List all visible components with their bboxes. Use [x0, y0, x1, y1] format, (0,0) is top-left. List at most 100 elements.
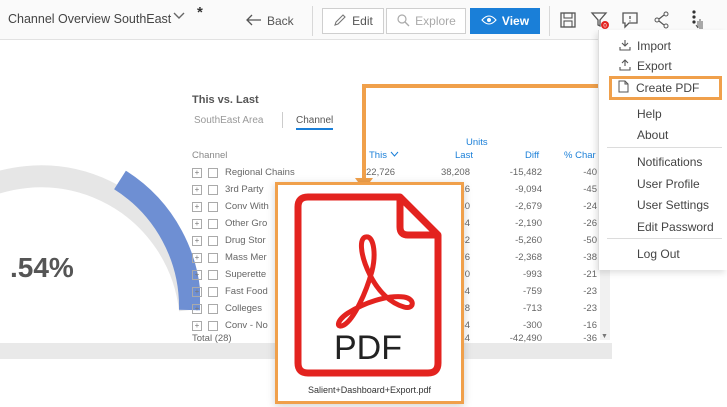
menu-item-about[interactable]: About	[599, 125, 727, 145]
menu-item-label: Log Out	[637, 247, 680, 261]
expand-icon[interactable]: +	[192, 253, 202, 263]
row-channel-name: Fast Food	[225, 286, 268, 297]
row-checkbox[interactable]	[208, 287, 218, 297]
back-button-label: Back	[267, 14, 294, 28]
menu-item-label: Edit Password	[637, 220, 714, 234]
save-icon[interactable]	[556, 8, 580, 32]
pdf-file-callout: PDF Salient+Dashboard+Export.pdf	[275, 182, 464, 404]
menu-item-label: Import	[637, 39, 672, 53]
panel-title: This vs. Last	[192, 94, 259, 106]
view-button[interactable]: View	[470, 8, 540, 34]
back-button[interactable]: Back	[246, 8, 294, 34]
menu-item-log-out[interactable]: Log Out	[599, 244, 727, 264]
chevron-down-icon[interactable]	[172, 9, 186, 26]
row-checkbox[interactable]	[208, 236, 218, 246]
expand-icon[interactable]: +	[192, 321, 202, 331]
column-header-channel[interactable]: Channel	[192, 150, 227, 161]
kpi-value: .54%	[10, 252, 74, 283]
import-icon	[619, 39, 635, 54]
expand-icon[interactable]: +	[192, 270, 202, 280]
pdf-filename: Salient+Dashboard+Export.pdf	[307, 385, 432, 395]
row-channel-name: Colleges	[225, 303, 262, 314]
export-icon	[619, 58, 635, 74]
row-checkbox[interactable]	[208, 321, 218, 331]
unsaved-indicator-icon: *	[197, 4, 203, 21]
table-row[interactable]: + Regional Chains 22,726 38,208 -15,482 -40	[192, 166, 612, 183]
edit-button-label: Edit	[352, 14, 373, 28]
tab-southeast-area[interactable]: SouthEast Area	[194, 115, 264, 126]
pencil-icon	[333, 13, 347, 30]
edit-button[interactable]: Edit	[322, 8, 384, 34]
explore-button[interactable]: Explore	[386, 8, 466, 34]
menu-item-label: Export	[637, 59, 672, 73]
menu-item-notifications[interactable]: Notifications	[599, 152, 727, 172]
comment-icon[interactable]	[618, 8, 642, 32]
column-header-last[interactable]: Last	[455, 150, 473, 161]
callout-connector	[362, 84, 610, 88]
menu-item-label: Notifications	[637, 155, 703, 169]
expand-icon[interactable]: +	[192, 185, 202, 195]
row-channel-name: Conv - No	[225, 320, 268, 331]
expand-icon[interactable]: +	[192, 168, 202, 178]
filter-icon[interactable]: 0	[588, 8, 612, 32]
gauge-chart	[0, 140, 202, 330]
share-icon[interactable]	[650, 8, 674, 32]
row-channel-name: Drug Stor	[225, 235, 266, 246]
more-menu: Import Export Create PDF Help About Noti…	[598, 30, 727, 270]
menu-item-edit-password[interactable]: Edit Password	[599, 217, 727, 237]
row-channel-name: Conv With	[225, 201, 269, 212]
row-checkbox[interactable]	[208, 219, 218, 229]
menu-divider	[607, 147, 722, 148]
menu-item-user-settings[interactable]: User Settings	[599, 195, 727, 215]
expand-icon[interactable]: +	[192, 219, 202, 229]
toolbar-divider	[312, 6, 313, 36]
expand-icon[interactable]: +	[192, 287, 202, 297]
menu-item-help[interactable]: Help	[599, 104, 727, 124]
menu-item-label: Create PDF	[636, 81, 700, 95]
row-channel-name: Other Gro	[225, 218, 268, 229]
row-checkbox[interactable]	[208, 202, 218, 212]
row-channel-name: Superette	[225, 269, 267, 280]
expand-icon[interactable]: +	[192, 236, 202, 246]
pdf-file-icon: PDF	[294, 193, 442, 377]
menu-item-user-profile[interactable]: User Profile	[599, 174, 727, 194]
column-header-diff[interactable]: Diff	[525, 150, 539, 161]
callout-connector	[362, 84, 366, 180]
row-channel-name: 3rd Party	[225, 184, 264, 195]
view-button-label: View	[501, 14, 530, 28]
menu-item-import[interactable]: Import	[599, 36, 727, 56]
dashboard-title: Channel Overview SouthEast	[8, 12, 172, 26]
toolbar-divider	[549, 6, 550, 36]
row-checkbox[interactable]	[208, 253, 218, 263]
eye-icon	[481, 14, 497, 29]
row-channel-name: Mass Mer	[225, 252, 267, 263]
menu-item-create-pdf[interactable]: Create PDF	[609, 76, 722, 100]
menu-item-export[interactable]: Export	[599, 56, 727, 76]
row-checkbox[interactable]	[208, 270, 218, 280]
menu-item-label: Help	[637, 107, 662, 121]
expand-icon[interactable]: +	[192, 202, 202, 212]
menu-item-label: User Profile	[637, 177, 700, 191]
units-header: Units	[466, 137, 488, 148]
more-icon[interactable]	[684, 8, 708, 32]
menu-item-label: About	[637, 128, 669, 142]
row-checkbox[interactable]	[208, 304, 218, 314]
column-header-this-label: This	[369, 150, 387, 161]
column-header-pct-change[interactable]: % Char	[564, 150, 596, 161]
arrow-left-icon	[246, 14, 262, 29]
row-channel-name: Regional Chains	[225, 167, 295, 178]
row-checkbox[interactable]	[208, 168, 218, 178]
explore-button-label: Explore	[415, 14, 456, 28]
document-icon	[618, 80, 634, 96]
expand-icon[interactable]: +	[192, 304, 202, 314]
tab-channel[interactable]: Channel	[296, 115, 334, 130]
menu-item-label: User Settings	[637, 198, 710, 212]
scroll-down-icon[interactable]: ▼	[601, 333, 608, 340]
explore-icon	[396, 13, 410, 30]
sort-desc-icon	[390, 150, 399, 161]
tab-divider	[282, 112, 283, 128]
menu-divider	[607, 238, 722, 239]
pdf-label: PDF	[334, 329, 402, 367]
row-checkbox[interactable]	[208, 185, 218, 195]
column-header-this[interactable]: This	[369, 150, 399, 161]
